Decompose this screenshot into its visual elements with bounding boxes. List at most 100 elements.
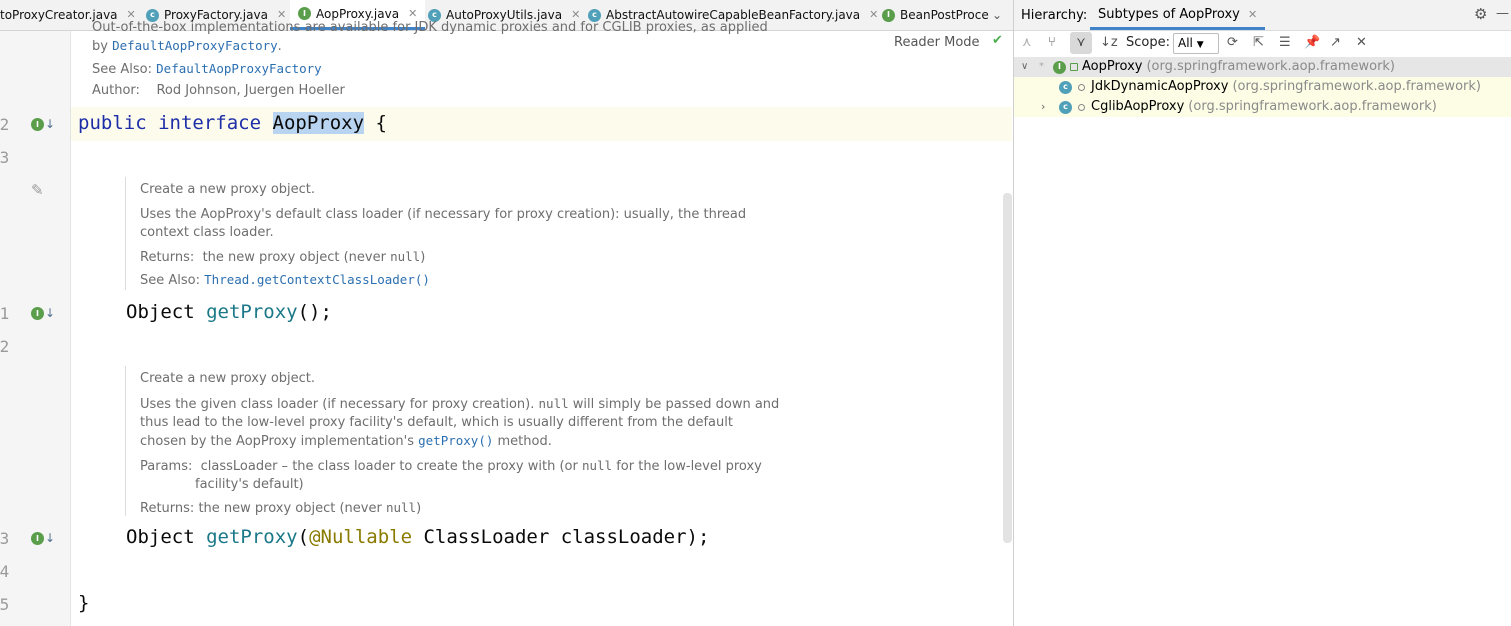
implemented-by-gutter-icon[interactable]: I ↓ (31, 306, 55, 320)
visibility-icon (1070, 63, 1078, 71)
chevron-down-icon[interactable]: ∨ (1021, 57, 1035, 77)
minimize-icon[interactable]: — (1496, 6, 1509, 21)
edit-pencil-icon[interactable]: ✎ (31, 181, 44, 199)
implemented-by-gutter-icon[interactable]: I ↓ (31, 117, 55, 131)
doc-code: null (390, 249, 421, 264)
close-icon[interactable]: ✕ (869, 0, 878, 30)
class-icon: c (1059, 100, 1072, 114)
refresh-icon[interactable]: ⟳ (1227, 35, 1238, 50)
line-number: 33 (0, 148, 10, 167)
inspection-ok-icon[interactable]: ✔ (992, 33, 1003, 48)
code-editor[interactable]: Out-of-the-box implementations are avail… (71, 20, 1012, 626)
doc-see-also: See Also: DefaultAopProxyFactory (92, 60, 322, 79)
tab-subtypes-of-aopproxy[interactable]: Subtypes of AopProxy ✕ (1090, 0, 1266, 30)
class-hierarchy-icon[interactable]: ⑂ (1048, 35, 1056, 50)
keyword: public (78, 112, 147, 134)
chevron-down-icon: ▼ (1196, 40, 1204, 50)
parameters: ClassLoader classLoader); (412, 526, 710, 548)
doc-desc: Uses the AopProxy's default class loader… (140, 207, 747, 222)
doc-link-defaultaopproxyfactory[interactable]: DefaultAopProxyFactory (156, 61, 322, 76)
punctuation: ( (297, 526, 310, 548)
type-name: Object (126, 526, 195, 548)
tab-beanpostprocessor[interactable]: I BeanPostProce (882, 0, 989, 30)
doc-text: will simply be passed down and (568, 397, 780, 412)
sort-alphabetically-icon[interactable]: ↓z (1100, 35, 1118, 50)
doc-link-defaultaopproxyfactory[interactable]: DefaultAopProxyFactory (112, 38, 278, 53)
tree-item-name: AopProxy (1082, 59, 1143, 74)
javadoc-getproxy: Create a new proxy object. Uses the AopP… (125, 177, 746, 290)
doc-returns: Returns: the new proxy object (never nul… (140, 248, 746, 267)
doc-desc: Uses the given class loader (if necessar… (140, 395, 779, 414)
tree-item-name: JdkDynamicAopProxy (1091, 79, 1229, 94)
brace: } (78, 592, 90, 614)
interface-name: AopProxy (272, 112, 365, 134)
implemented-by-gutter-icon[interactable]: I ↓ (31, 531, 55, 545)
doc-text: the new proxy object (never (202, 250, 391, 265)
class-icon: c (1059, 80, 1072, 94)
doc-title: Create a new proxy object. (140, 182, 316, 197)
tab-label: Subtypes of AopProxy (1098, 7, 1240, 22)
close-icon[interactable]: ✕ (1356, 35, 1367, 50)
tree-item-package: (org.springframework.aop.framework) (1232, 79, 1481, 94)
subtypes-hierarchy-icon[interactable]: ⋎ (1070, 32, 1092, 54)
close-icon[interactable]: ✕ (1248, 8, 1257, 21)
expand-all-icon[interactable]: ☰ (1279, 35, 1291, 50)
pin-icon[interactable]: 📌 (1304, 35, 1320, 50)
doc-label: Author: (92, 83, 140, 98)
line-gutter: 32 33 41 42 53 54 55 I↓ ✎ I↓ I↓ (0, 31, 71, 626)
hierarchy-header: Hierarchy: Subtypes of AopProxy ✕ ⚙ — (1014, 0, 1511, 31)
doc-code: null (581, 458, 613, 473)
doc-text: for the low-level proxy (612, 459, 762, 474)
doc-text: chosen by the AopProxy implementation's (140, 434, 419, 449)
open-in-window-icon[interactable]: ↗ (1330, 35, 1341, 50)
scope-label: Scope: (1126, 35, 1170, 50)
code-line-53[interactable]: Object getProxy(@Nullable ClassLoader cl… (126, 526, 709, 548)
code-line-41[interactable]: Object getProxy(); (126, 301, 332, 323)
reader-mode-toggle[interactable]: Reader Mode (894, 35, 980, 50)
tab-list-chevron-icon[interactable]: ⌄ (992, 0, 1002, 30)
supertypes-hierarchy-icon[interactable]: ⋏ (1022, 35, 1032, 50)
scope-value: All (1178, 36, 1193, 50)
doc-label: Params: (140, 459, 193, 474)
doc-author: Author: Rod Johnson, Juergen Hoeller (92, 82, 345, 100)
doc-label: See Also: (140, 273, 200, 288)
doc-partial-line: Out-of-the-box implementations are avail… (92, 20, 768, 35)
visibility-icon (1078, 83, 1085, 91)
line-number: 32 (0, 115, 10, 134)
doc-text: classLoader – the class loader to create… (200, 459, 582, 474)
tree-item-name: CglibAopProxy (1091, 99, 1185, 114)
scope-select[interactable]: All ▼ (1173, 33, 1219, 54)
tab-label: BeanPostProce (900, 8, 989, 22)
doc-text: ) (420, 250, 426, 265)
line-number: 55 (0, 595, 10, 614)
tree-row-cglibaopproxy[interactable]: › c CglibAopProxy (org.springframework.a… (1014, 97, 1511, 117)
gear-icon[interactable]: ⚙ (1474, 5, 1487, 23)
tree-row-jdkdynamicaopproxy[interactable]: c JdkDynamicAopProxy (org.springframewor… (1014, 77, 1511, 97)
doc-by-line: by DefaultAopProxyFactory. (92, 37, 282, 56)
doc-text: . (277, 39, 282, 54)
keyword: interface (158, 112, 262, 134)
punctuation: (); (297, 301, 332, 323)
chevron-right-icon[interactable]: › (1041, 97, 1059, 117)
editor-scrollbar[interactable] (1003, 193, 1012, 543)
doc-desc: context class loader. (140, 225, 274, 240)
doc-code: null (538, 396, 569, 411)
doc-link-getcontextclassloader[interactable]: Thread.getContextClassLoader() (204, 272, 430, 287)
tree-row-aopproxy[interactable]: ∨ * I AopProxy (org.springframework.aop.… (1014, 57, 1511, 77)
interface-icon: I (1053, 60, 1066, 74)
interface-icon: I (882, 8, 895, 22)
doc-link-getproxy[interactable]: getProxy() (418, 433, 493, 448)
doc-title: Create a new proxy object. (140, 371, 316, 386)
code-line-55[interactable]: } (78, 592, 89, 614)
tree-item-package: (org.springframework.aop.framework) (1188, 99, 1437, 114)
doc-label: See Also: (92, 62, 152, 77)
hierarchy-panel: Hierarchy: Subtypes of AopProxy ✕ ⚙ — ⋏ … (1013, 0, 1511, 626)
line-number: 41 (0, 304, 10, 323)
doc-label: Returns: (140, 250, 195, 265)
export-icon[interactable]: ⇱ (1253, 35, 1264, 50)
doc-params-cont: facility's default) (195, 477, 304, 492)
code-line-32[interactable]: public interface AopProxy { (78, 112, 387, 134)
doc-text: the new proxy object (never (198, 501, 386, 516)
doc-desc: chosen by the AopProxy implementation's … (140, 432, 779, 451)
method-name: getProxy (206, 526, 298, 548)
